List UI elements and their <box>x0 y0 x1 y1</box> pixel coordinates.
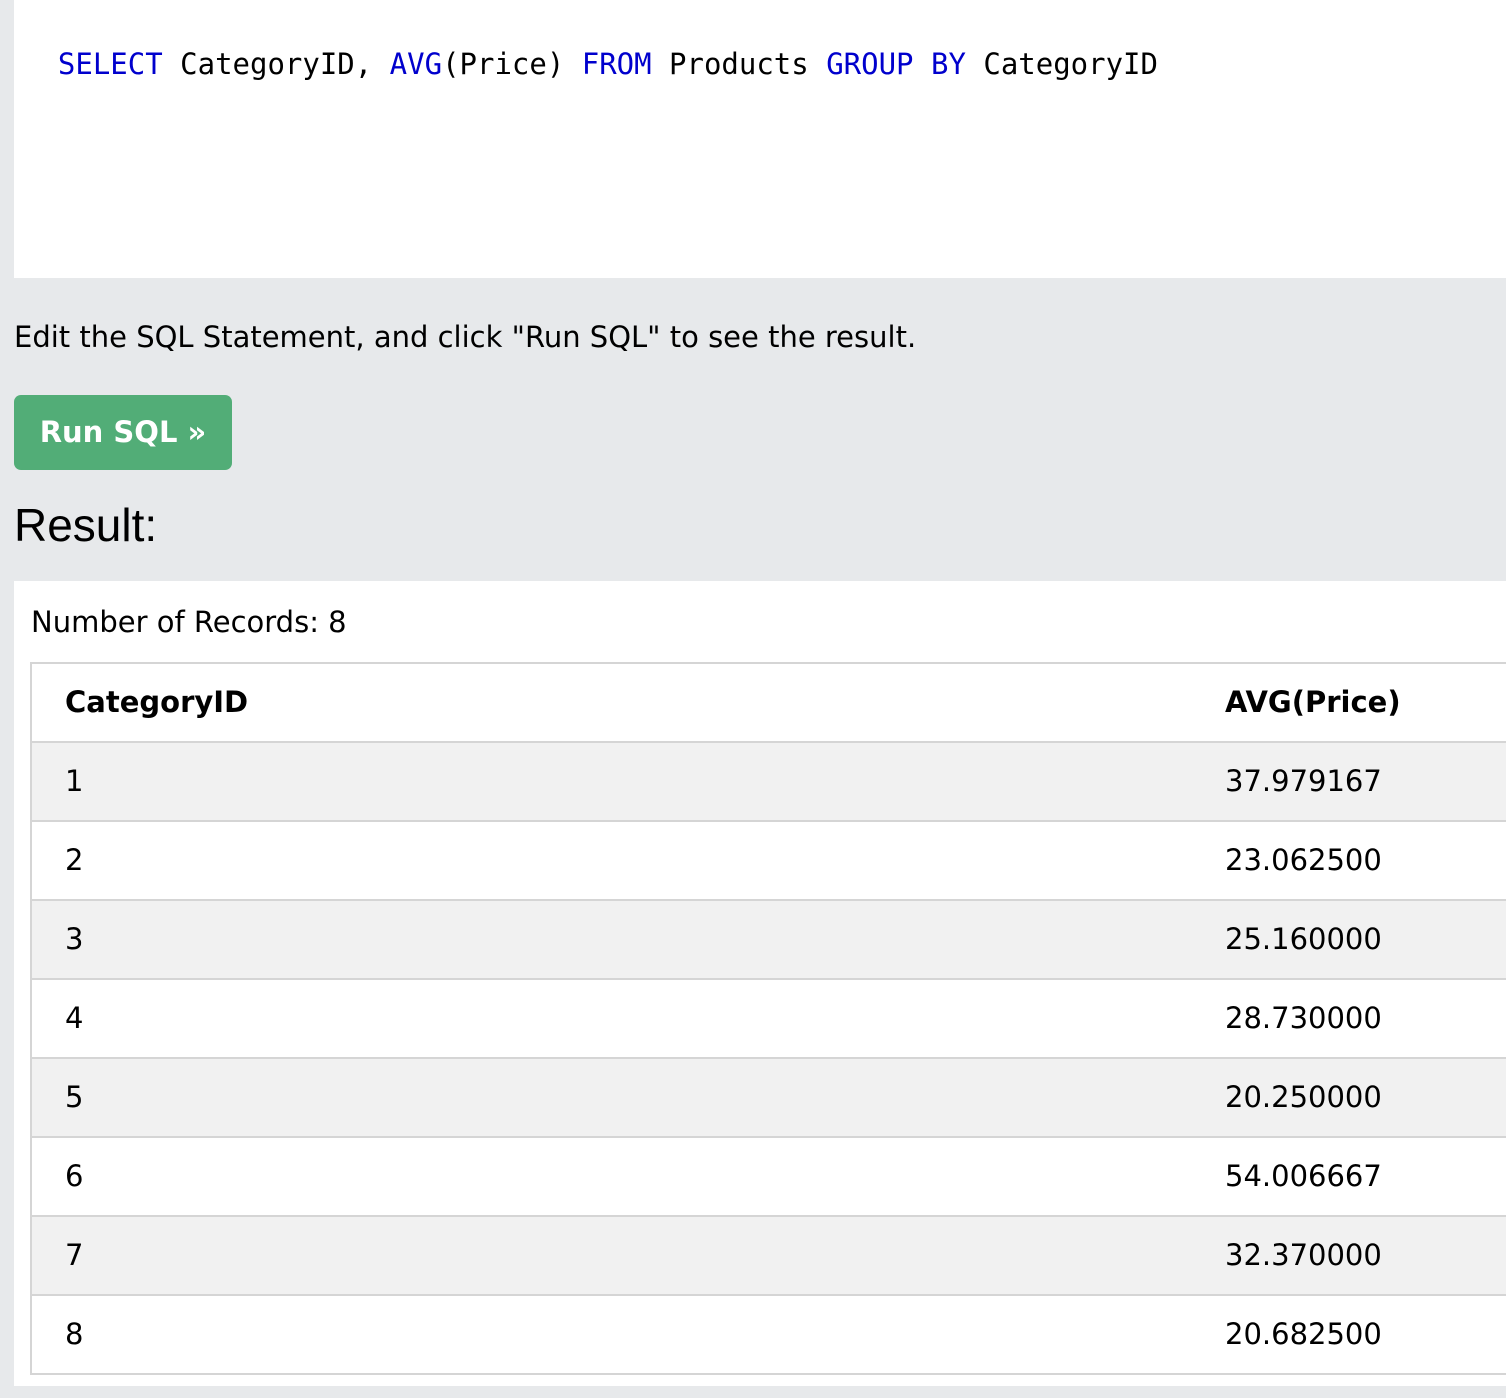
result-panel: Number of Records: 8 CategoryID AVG(Pric… <box>14 581 1506 1386</box>
sql-editor[interactable]: SELECT CategoryID, AVG(Price) FROM Produ… <box>14 0 1506 278</box>
cell-avg-price: 37.979167 <box>1225 764 1382 798</box>
sql-token-from: FROM <box>581 47 652 81</box>
sql-token-group: GROUP <box>826 47 914 81</box>
column-header-categoryid: CategoryID <box>65 685 249 719</box>
table-row: 6 54.006667 <box>32 1138 1506 1217</box>
cell-avg-price: 32.370000 <box>1225 1238 1382 1272</box>
sql-token-avg: AVG <box>389 47 443 81</box>
cell-categoryid: 8 <box>65 1317 84 1351</box>
table-row: 1 37.979167 <box>32 743 1506 822</box>
result-heading: Result: <box>14 499 158 551</box>
cell-categoryid: 3 <box>65 922 84 956</box>
run-sql-button[interactable]: Run SQL » <box>14 395 232 470</box>
cell-categoryid: 5 <box>65 1080 84 1114</box>
sql-token-table: Products <box>651 47 827 81</box>
table-row: 2 23.062500 <box>32 822 1506 901</box>
sql-token-price: (Price) <box>442 47 582 81</box>
sql-token-group-column: CategoryID <box>965 47 1158 81</box>
cell-categoryid: 1 <box>65 764 84 798</box>
table-header-row: CategoryID AVG(Price) <box>32 664 1506 743</box>
cell-avg-price: 20.250000 <box>1225 1080 1382 1114</box>
cell-avg-price: 23.062500 <box>1225 843 1382 877</box>
column-header-avg-price: AVG(Price) <box>1225 685 1401 719</box>
table-row: 3 25.160000 <box>32 901 1506 980</box>
sql-token-by: BY <box>930 47 966 81</box>
cell-categoryid: 2 <box>65 843 84 877</box>
sql-token-select: SELECT <box>57 47 163 81</box>
table-row: 8 20.682500 <box>32 1296 1506 1375</box>
record-count: Number of Records: 8 <box>31 605 347 639</box>
cell-avg-price: 25.160000 <box>1225 922 1382 956</box>
sql-token-columns: CategoryID, <box>162 47 390 81</box>
cell-avg-price: 54.006667 <box>1225 1159 1382 1193</box>
table-row: 5 20.250000 <box>32 1059 1506 1138</box>
sql-token-space <box>914 47 931 81</box>
result-table: CategoryID AVG(Price) 1 37.979167 2 23.0… <box>30 662 1506 1375</box>
cell-categoryid: 6 <box>65 1159 84 1193</box>
cell-avg-price: 20.682500 <box>1225 1317 1382 1351</box>
table-row: 7 32.370000 <box>32 1217 1506 1296</box>
cell-avg-price: 28.730000 <box>1225 1001 1382 1035</box>
cell-categoryid: 7 <box>65 1238 84 1272</box>
instruction-text: Edit the SQL Statement, and click "Run S… <box>14 320 917 354</box>
table-row: 4 28.730000 <box>32 980 1506 1059</box>
cell-categoryid: 4 <box>65 1001 84 1035</box>
